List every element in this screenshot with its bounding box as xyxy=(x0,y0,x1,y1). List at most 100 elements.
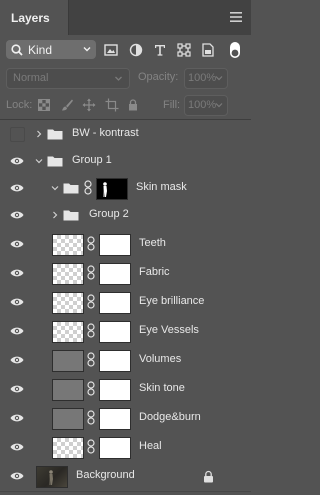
lock-all-icon[interactable] xyxy=(126,98,140,112)
eye-icon[interactable] xyxy=(10,471,24,481)
tab-layers[interactable]: Layers xyxy=(0,0,69,35)
layer-row[interactable]: Volumes xyxy=(0,346,251,376)
link-icon[interactable] xyxy=(87,410,95,425)
layer-thumbnail[interactable] xyxy=(52,379,84,401)
opacity-value: 100% xyxy=(188,72,217,84)
layer-mask-thumbnail[interactable] xyxy=(96,178,128,200)
layer-thumbnail[interactable] xyxy=(52,437,84,459)
chevron-down-icon xyxy=(83,47,91,52)
fill-label: Fill: xyxy=(163,99,181,111)
link-icon[interactable] xyxy=(87,236,95,251)
blend-row: Normal Opacity: 100% xyxy=(0,66,251,90)
figure-silhouette xyxy=(103,182,107,197)
layer-mask-thumbnail[interactable] xyxy=(99,437,131,459)
layers-panel: Layers Kind Normal Opacity: 100% Lock: F… xyxy=(0,0,251,495)
folder-icon xyxy=(63,210,79,221)
layer-row[interactable]: Background xyxy=(0,462,251,492)
lock-artboard-icon[interactable] xyxy=(105,98,119,112)
layer-row[interactable]: Fabric xyxy=(0,259,251,289)
link-icon[interactable] xyxy=(84,180,92,195)
chevron-down-icon xyxy=(215,76,223,81)
lock-row: Lock: Fill: 100% xyxy=(0,93,251,117)
eye-icon[interactable] xyxy=(10,156,24,166)
folder-icon xyxy=(63,183,79,194)
layer-row[interactable]: Dodge&burn xyxy=(0,404,251,434)
layer-mask-thumbnail[interactable] xyxy=(99,263,131,285)
layer-name: Volumes xyxy=(139,353,182,365)
layer-name: Heal xyxy=(139,440,162,452)
layer-thumbnail[interactable] xyxy=(52,350,84,372)
link-icon[interactable] xyxy=(87,294,95,309)
eye-icon[interactable] xyxy=(10,355,24,365)
chevron-down-icon[interactable] xyxy=(35,157,43,165)
layer-name: BW - kontrast xyxy=(72,127,139,139)
link-icon[interactable] xyxy=(87,352,95,367)
fill-value: 100% xyxy=(188,99,217,111)
opacity-label: Opacity: xyxy=(138,71,179,83)
search-icon xyxy=(11,44,23,56)
eye-icon[interactable] xyxy=(10,297,24,307)
lock-image-pixels-icon[interactable] xyxy=(60,98,74,112)
layer-name: Dodge&burn xyxy=(139,411,201,423)
panel-tab-bar: Layers xyxy=(0,0,251,35)
chevron-down-icon xyxy=(215,103,223,108)
link-icon[interactable] xyxy=(87,439,95,454)
layer-mask-thumbnail[interactable] xyxy=(99,350,131,372)
layer-name: Skin tone xyxy=(139,382,185,394)
filter-row: Kind xyxy=(0,36,251,64)
eye-icon[interactable] xyxy=(10,413,24,423)
lock-transparent-pixels-icon[interactable] xyxy=(37,98,51,112)
layer-thumbnail[interactable] xyxy=(52,408,84,430)
layer-list: BW - kontrast Group 1 Skin mask Group 2 … xyxy=(0,120,251,495)
eye-icon[interactable] xyxy=(10,384,24,394)
eye-icon[interactable] xyxy=(10,268,24,278)
blend-mode-dropdown[interactable]: Normal xyxy=(6,68,130,89)
layer-thumbnail[interactable] xyxy=(52,234,84,256)
photo-figure xyxy=(49,470,53,485)
link-icon[interactable] xyxy=(87,381,95,396)
eye-icon[interactable] xyxy=(10,183,24,193)
layer-mask-thumbnail[interactable] xyxy=(99,379,131,401)
layer-row[interactable]: Teeth xyxy=(0,230,251,260)
layer-row[interactable]: Group 1 xyxy=(0,147,251,177)
lock-position-icon[interactable] xyxy=(82,98,96,112)
visibility-toggle-off[interactable] xyxy=(10,127,25,142)
filter-toggle-icon[interactable] xyxy=(225,40,245,60)
shape-filter-icon[interactable] xyxy=(176,42,192,58)
layer-mask-thumbnail[interactable] xyxy=(99,321,131,343)
layer-thumbnail[interactable] xyxy=(52,292,84,314)
eye-icon[interactable] xyxy=(10,239,24,249)
layer-row[interactable]: Eye Vessels xyxy=(0,317,251,347)
type-filter-icon[interactable] xyxy=(152,42,168,58)
layer-thumbnail[interactable] xyxy=(52,321,84,343)
layer-row[interactable]: Skin mask xyxy=(0,174,251,204)
eye-icon[interactable] xyxy=(10,210,24,220)
adjustment-filter-icon[interactable] xyxy=(128,42,144,58)
layer-thumbnail[interactable] xyxy=(52,263,84,285)
layer-mask-thumbnail[interactable] xyxy=(99,234,131,256)
layer-name: Eye Vessels xyxy=(139,324,199,336)
layer-mask-thumbnail[interactable] xyxy=(99,408,131,430)
layer-row[interactable]: Heal xyxy=(0,433,251,463)
eye-icon[interactable] xyxy=(10,326,24,336)
layer-name: Eye brilliance xyxy=(139,295,205,307)
layer-row[interactable]: Skin tone xyxy=(0,375,251,405)
filter-kind-dropdown[interactable]: Kind xyxy=(6,40,96,59)
panel-menu-icon[interactable] xyxy=(227,8,245,26)
layer-row[interactable]: Group 2 xyxy=(0,201,251,231)
chevron-down-icon[interactable] xyxy=(51,184,59,192)
eye-icon[interactable] xyxy=(10,442,24,452)
chevron-right-icon[interactable] xyxy=(35,130,43,138)
link-icon[interactable] xyxy=(87,265,95,280)
layer-mask-thumbnail[interactable] xyxy=(99,292,131,314)
smart-object-filter-icon[interactable] xyxy=(200,42,216,58)
fill-field[interactable]: 100% xyxy=(184,95,228,116)
layer-row[interactable]: Eye brilliance xyxy=(0,288,251,318)
layer-name: Background xyxy=(76,469,135,481)
chevron-right-icon[interactable] xyxy=(51,211,59,219)
opacity-field[interactable]: 100% xyxy=(184,68,228,89)
image-filter-icon[interactable] xyxy=(103,42,119,58)
background-thumbnail[interactable] xyxy=(36,466,68,488)
layer-row[interactable]: BW - kontrast xyxy=(0,120,251,150)
link-icon[interactable] xyxy=(87,323,95,338)
